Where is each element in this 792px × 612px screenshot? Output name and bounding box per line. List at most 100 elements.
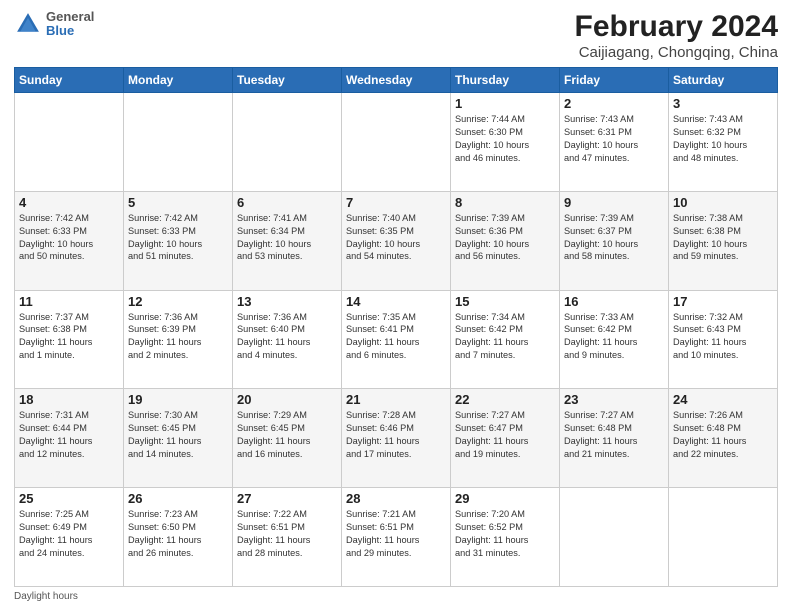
calendar-cell — [669, 488, 778, 587]
day-info: Sunrise: 7:35 AM Sunset: 6:41 PM Dayligh… — [346, 311, 446, 363]
calendar-col-thursday: Thursday — [451, 68, 560, 93]
day-number: 13 — [237, 294, 337, 309]
calendar-col-saturday: Saturday — [669, 68, 778, 93]
calendar-col-sunday: Sunday — [15, 68, 124, 93]
calendar-cell: 28 Sunrise: 7:21 AM Sunset: 6:51 PM Dayli… — [342, 488, 451, 587]
calendar-cell: 3Sunrise: 7:43 AM Sunset: 6:32 PM Daylig… — [669, 93, 778, 192]
sub-title: Caijiagang, Chongqing, China — [575, 44, 778, 61]
day-info: Sunrise: 7:39 AM Sunset: 6:36 PM Dayligh… — [455, 212, 555, 264]
calendar-col-wednesday: Wednesday — [342, 68, 451, 93]
header: General Blue February 2024 Caijiagang, C… — [14, 10, 778, 61]
day-info: Sunrise: 7:36 AM Sunset: 6:40 PM Dayligh… — [237, 311, 337, 363]
calendar-cell — [124, 93, 233, 192]
day-number: 6 — [237, 195, 337, 210]
day-number: 15 — [455, 294, 555, 309]
day-info: Sunrise: 7:43 AM Sunset: 6:31 PM Dayligh… — [564, 113, 664, 165]
day-number: 25 — [19, 491, 119, 506]
calendar-header-row: SundayMondayTuesdayWednesdayThursdayFrid… — [15, 68, 778, 93]
day-number: 12 — [128, 294, 228, 309]
calendar-cell: 19 Sunrise: 7:30 AM Sunset: 6:45 PM Dayli… — [124, 389, 233, 488]
day-number: 11 — [19, 294, 119, 309]
calendar-cell: 26 Sunrise: 7:23 AM Sunset: 6:50 PM Dayli… — [124, 488, 233, 587]
calendar-cell: 5 Sunrise: 7:42 AM Sunset: 6:33 PM Daylig… — [124, 191, 233, 290]
day-number: 28 — [346, 491, 446, 506]
calendar-cell — [15, 93, 124, 192]
calendar-cell: 10 Sunrise: 7:38 AM Sunset: 6:38 PM Dayli… — [669, 191, 778, 290]
calendar-cell: 9Sunrise: 7:39 AM Sunset: 6:37 PM Daylig… — [560, 191, 669, 290]
calendar-col-monday: Monday — [124, 68, 233, 93]
calendar-cell: 8Sunrise: 7:39 AM Sunset: 6:36 PM Daylig… — [451, 191, 560, 290]
day-number: 23 — [564, 392, 664, 407]
calendar-cell: 22 Sunrise: 7:27 AM Sunset: 6:47 PM Dayli… — [451, 389, 560, 488]
calendar-week-4: 18 Sunrise: 7:31 AM Sunset: 6:44 PM Dayli… — [15, 389, 778, 488]
day-info: Sunrise: 7:27 AM Sunset: 6:47 PM Dayligh… — [455, 409, 555, 461]
day-info: Sunrise: 7:21 AM Sunset: 6:51 PM Dayligh… — [346, 508, 446, 560]
calendar-cell — [560, 488, 669, 587]
day-info: Sunrise: 7:32 AM Sunset: 6:43 PM Dayligh… — [673, 311, 773, 363]
calendar-cell: 14 Sunrise: 7:35 AM Sunset: 6:41 PM Dayli… — [342, 290, 451, 389]
day-info: Sunrise: 7:34 AM Sunset: 6:42 PM Dayligh… — [455, 311, 555, 363]
calendar-cell: 17Sunrise: 7:32 AM Sunset: 6:43 PM Dayli… — [669, 290, 778, 389]
day-info: Sunrise: 7:26 AM Sunset: 6:48 PM Dayligh… — [673, 409, 773, 461]
page: General Blue February 2024 Caijiagang, C… — [0, 0, 792, 612]
day-info: Sunrise: 7:37 AM Sunset: 6:38 PM Dayligh… — [19, 311, 119, 363]
day-info: Sunrise: 7:40 AM Sunset: 6:35 PM Dayligh… — [346, 212, 446, 264]
day-info: Sunrise: 7:43 AM Sunset: 6:32 PM Dayligh… — [673, 113, 773, 165]
calendar-cell: 12 Sunrise: 7:36 AM Sunset: 6:39 PM Dayli… — [124, 290, 233, 389]
daylight-hours-label: Daylight hours — [14, 591, 78, 602]
day-info: Sunrise: 7:23 AM Sunset: 6:50 PM Dayligh… — [128, 508, 228, 560]
logo-icon — [14, 10, 42, 38]
day-number: 24 — [673, 392, 773, 407]
calendar-cell: 25 Sunrise: 7:25 AM Sunset: 6:49 PM Dayli… — [15, 488, 124, 587]
calendar-cell — [342, 93, 451, 192]
logo-blue: Blue — [46, 24, 94, 38]
day-info: Sunrise: 7:20 AM Sunset: 6:52 PM Dayligh… — [455, 508, 555, 560]
day-number: 18 — [19, 392, 119, 407]
day-info: Sunrise: 7:36 AM Sunset: 6:39 PM Dayligh… — [128, 311, 228, 363]
calendar-cell — [233, 93, 342, 192]
calendar-table: SundayMondayTuesdayWednesdayThursdayFrid… — [14, 67, 778, 587]
logo-general: General — [46, 10, 94, 24]
day-number: 5 — [128, 195, 228, 210]
footer: Daylight hours — [14, 591, 778, 602]
day-number: 4 — [19, 195, 119, 210]
calendar-col-tuesday: Tuesday — [233, 68, 342, 93]
calendar-cell: 11 Sunrise: 7:37 AM Sunset: 6:38 PM Dayli… — [15, 290, 124, 389]
day-info: Sunrise: 7:42 AM Sunset: 6:33 PM Dayligh… — [128, 212, 228, 264]
day-number: 14 — [346, 294, 446, 309]
main-title: February 2024 — [575, 10, 778, 44]
day-info: Sunrise: 7:44 AM Sunset: 6:30 PM Dayligh… — [455, 113, 555, 165]
day-number: 2 — [564, 96, 664, 111]
day-info: Sunrise: 7:29 AM Sunset: 6:45 PM Dayligh… — [237, 409, 337, 461]
calendar-cell: 27Sunrise: 7:22 AM Sunset: 6:51 PM Dayli… — [233, 488, 342, 587]
day-number: 10 — [673, 195, 773, 210]
day-number: 19 — [128, 392, 228, 407]
calendar-week-3: 11 Sunrise: 7:37 AM Sunset: 6:38 PM Dayli… — [15, 290, 778, 389]
day-number: 21 — [346, 392, 446, 407]
calendar-week-1: 1Sunrise: 7:44 AM Sunset: 6:30 PM Daylig… — [15, 93, 778, 192]
calendar-week-2: 4 Sunrise: 7:42 AM Sunset: 6:33 PM Daylig… — [15, 191, 778, 290]
calendar-cell: 20 Sunrise: 7:29 AM Sunset: 6:45 PM Dayli… — [233, 389, 342, 488]
calendar-cell: 24 Sunrise: 7:26 AM Sunset: 6:48 PM Dayli… — [669, 389, 778, 488]
day-info: Sunrise: 7:41 AM Sunset: 6:34 PM Dayligh… — [237, 212, 337, 264]
day-number: 20 — [237, 392, 337, 407]
day-number: 16 — [564, 294, 664, 309]
calendar-cell: 29 Sunrise: 7:20 AM Sunset: 6:52 PM Dayli… — [451, 488, 560, 587]
calendar-cell: 1Sunrise: 7:44 AM Sunset: 6:30 PM Daylig… — [451, 93, 560, 192]
calendar-week-5: 25 Sunrise: 7:25 AM Sunset: 6:49 PM Dayli… — [15, 488, 778, 587]
day-info: Sunrise: 7:25 AM Sunset: 6:49 PM Dayligh… — [19, 508, 119, 560]
day-number: 22 — [455, 392, 555, 407]
day-info: Sunrise: 7:22 AM Sunset: 6:51 PM Dayligh… — [237, 508, 337, 560]
day-info: Sunrise: 7:39 AM Sunset: 6:37 PM Dayligh… — [564, 212, 664, 264]
calendar-cell: 16Sunrise: 7:33 AM Sunset: 6:42 PM Dayli… — [560, 290, 669, 389]
day-info: Sunrise: 7:38 AM Sunset: 6:38 PM Dayligh… — [673, 212, 773, 264]
calendar-cell: 18 Sunrise: 7:31 AM Sunset: 6:44 PM Dayli… — [15, 389, 124, 488]
day-info: Sunrise: 7:30 AM Sunset: 6:45 PM Dayligh… — [128, 409, 228, 461]
day-number: 29 — [455, 491, 555, 506]
day-number: 26 — [128, 491, 228, 506]
logo: General Blue — [14, 10, 94, 39]
calendar-cell: 7Sunrise: 7:40 AM Sunset: 6:35 PM Daylig… — [342, 191, 451, 290]
day-info: Sunrise: 7:42 AM Sunset: 6:33 PM Dayligh… — [19, 212, 119, 264]
calendar-cell: 4 Sunrise: 7:42 AM Sunset: 6:33 PM Daylig… — [15, 191, 124, 290]
day-info: Sunrise: 7:31 AM Sunset: 6:44 PM Dayligh… — [19, 409, 119, 461]
